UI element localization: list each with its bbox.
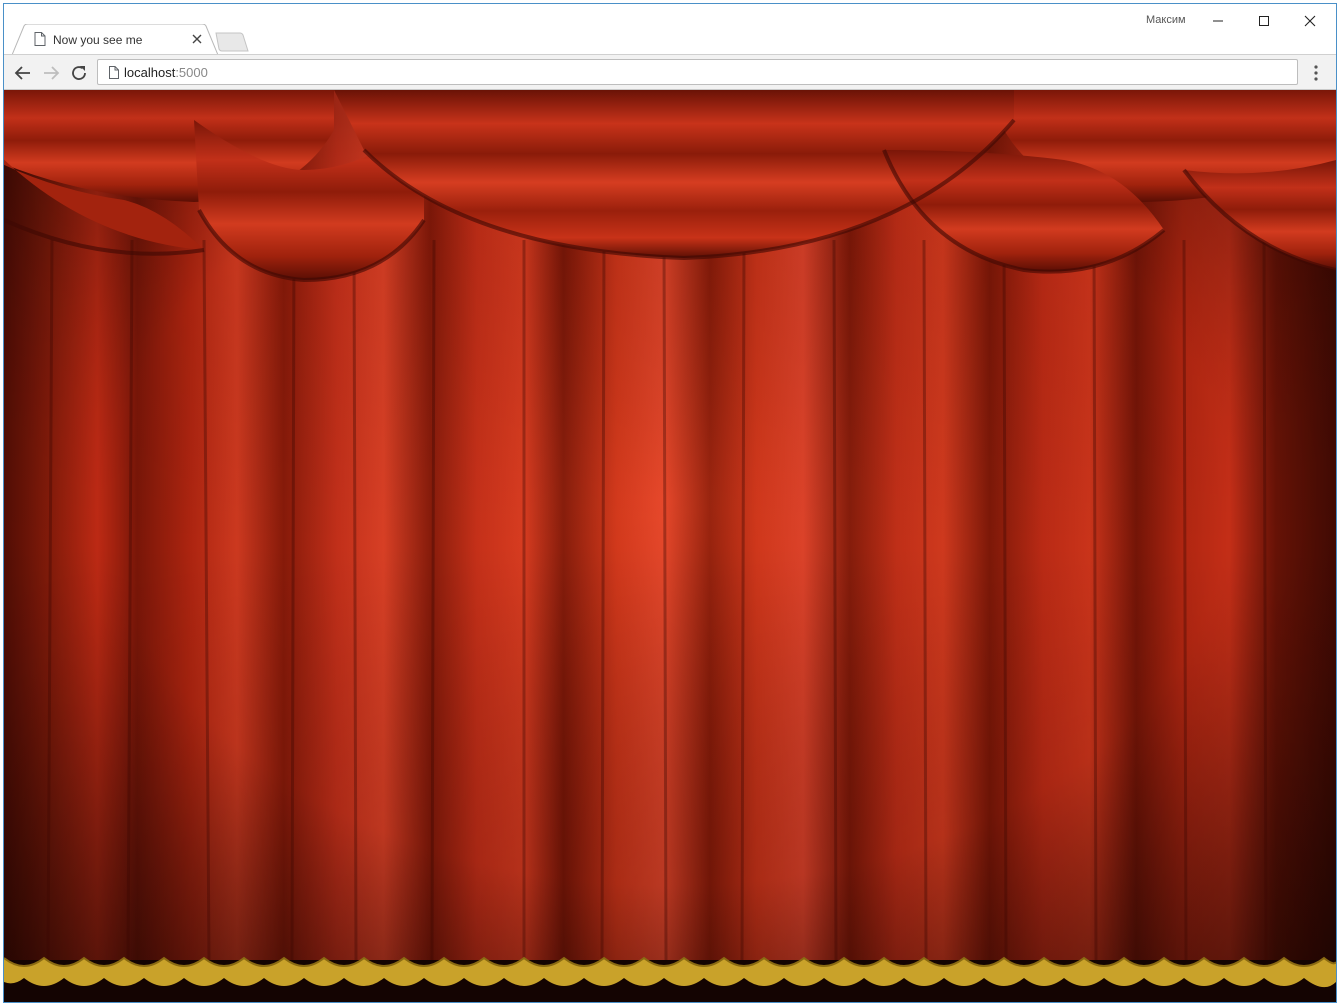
tab-title: Now you see me <box>53 33 143 47</box>
close-window-icon <box>1304 15 1316 27</box>
url-text: localhost:5000 <box>124 65 208 80</box>
stage-curtain-image <box>4 90 1336 1002</box>
profile-name[interactable]: Максим <box>1146 14 1186 26</box>
tab-now-you-see-me[interactable]: Now you see me <box>12 24 218 55</box>
minimize-icon <box>1213 20 1223 22</box>
close-window-button[interactable] <box>1296 10 1326 32</box>
maximize-button[interactable] <box>1250 10 1280 32</box>
minimize-button[interactable] <box>1204 10 1234 32</box>
browser-toolbar: localhost:5000 <box>4 54 1336 90</box>
back-arrow-icon[interactable] <box>13 63 33 83</box>
forward-arrow-icon[interactable] <box>41 63 61 83</box>
page-icon <box>34 32 46 46</box>
reload-icon[interactable] <box>69 63 89 83</box>
maximize-icon <box>1259 16 1269 26</box>
page-info-icon[interactable] <box>109 66 119 79</box>
kebab-menu-icon[interactable] <box>1308 64 1324 82</box>
title-bar: Now you see me Максим <box>4 4 1336 55</box>
url-port: :5000 <box>175 65 208 80</box>
close-icon[interactable] <box>191 33 203 45</box>
url-host: localhost <box>124 65 176 80</box>
curtain-valance <box>4 90 1336 283</box>
address-bar[interactable]: localhost:5000 <box>97 59 1298 85</box>
page-viewport <box>4 90 1336 1002</box>
curtain-fringe <box>4 956 1336 1002</box>
new-tab-button[interactable] <box>214 32 250 52</box>
browser-window: Now you see me Максим localhost:5000 <box>3 3 1337 1003</box>
